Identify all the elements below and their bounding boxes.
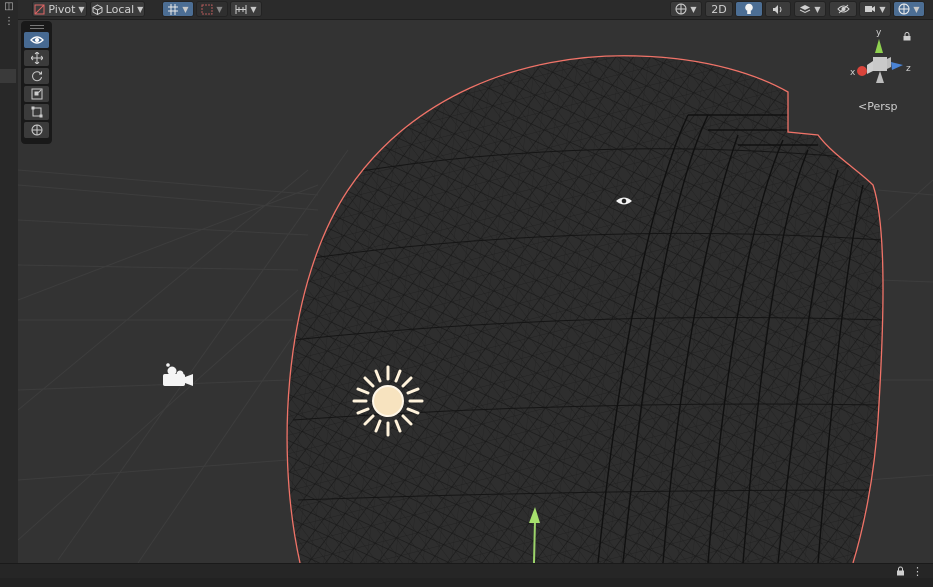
chevron-down-icon: ▼ <box>216 4 223 14</box>
gizmos-icon <box>898 3 910 15</box>
chevron-down-icon: ▼ <box>690 4 697 14</box>
increment-snap-icon <box>201 4 213 15</box>
chevron-down-icon: ▼ <box>879 4 886 14</box>
rect-icon <box>31 106 42 118</box>
audio-toggle[interactable] <box>765 1 791 17</box>
more-options-icon[interactable]: ⋮ <box>3 16 15 28</box>
tools-overlay <box>21 21 52 144</box>
align-icon <box>235 4 247 15</box>
chevron-down-icon: ▼ <box>78 4 85 14</box>
shading-mode-icon <box>675 3 687 15</box>
scene-toolbar: Pivot ▼ Local ▼ ▼ ▼ ▼ ▼ 2D ▼ ▼ ▼ <box>18 0 933 20</box>
chevron-down-icon: ▼ <box>182 4 189 14</box>
chevron-down-icon: ▼ <box>137 4 144 14</box>
local-dropdown[interactable]: Local ▼ <box>90 1 145 17</box>
gizmo-x-cone[interactable] <box>857 66 867 76</box>
selected-mesh[interactable] <box>268 50 908 563</box>
scene-visibility-icon <box>836 4 850 14</box>
camera-settings-dropdown[interactable]: ▼ <box>859 1 891 17</box>
move-icon <box>30 52 43 64</box>
grid-snap-icon <box>167 3 179 15</box>
chevron-down-icon: ▼ <box>913 4 920 14</box>
gizmo-y-cone[interactable] <box>875 39 883 53</box>
lighting-toggle[interactable] <box>735 1 763 17</box>
increment-snap-button[interactable]: ▼ <box>196 1 228 17</box>
shading-mode-dropdown[interactable]: ▼ <box>670 1 702 17</box>
grid-snap-button[interactable]: ▼ <box>162 1 194 17</box>
scale-tool[interactable] <box>24 86 49 102</box>
bottom-panel-bar: ⋮ <box>0 563 933 587</box>
view-tool[interactable] <box>24 32 49 48</box>
rotate-tool[interactable] <box>24 68 49 84</box>
local-icon <box>92 3 103 15</box>
effects-icon <box>799 4 811 15</box>
gizmo-y-label: y <box>876 28 882 38</box>
gizmos-dropdown[interactable]: ▼ <box>893 1 925 17</box>
projection-toggle[interactable]: <Persp <box>858 100 897 113</box>
chevron-down-icon: ▼ <box>250 4 257 14</box>
effects-dropdown[interactable]: ▼ <box>794 1 826 17</box>
lock-icon[interactable] <box>903 32 911 41</box>
twod-label: 2D <box>711 2 727 16</box>
window-layout-icon[interactable]: ◫ <box>3 1 15 13</box>
scene-canvas <box>18 50 933 563</box>
scene-viewport[interactable] <box>18 20 933 563</box>
chevron-down-icon: ▼ <box>814 4 821 14</box>
audio-icon <box>772 4 784 15</box>
scene-visibility-toggle[interactable] <box>829 1 857 17</box>
lock-icon[interactable] <box>896 566 905 576</box>
bottom-strip <box>0 578 933 587</box>
rect-tool[interactable] <box>24 104 49 120</box>
pivot-icon <box>34 4 45 15</box>
gizmo-center-cube[interactable] <box>873 57 887 71</box>
eye-icon <box>29 36 44 44</box>
lighting-icon <box>744 3 754 15</box>
scene-view-window: ◫ ⋮ Pivot ▼ Local ▼ ▼ ▼ ▼ ▼ 2D ▼ ▼ ▼ y x… <box>0 0 933 587</box>
toggle-2d-button[interactable]: 2D <box>705 1 733 17</box>
pivot-dropdown[interactable]: Pivot ▼ <box>32 1 87 17</box>
transform-icon <box>31 124 42 136</box>
hierarchy-selection-marker <box>0 69 16 83</box>
camera-gizmo-icon[interactable] <box>163 363 193 386</box>
rotate-icon <box>31 71 42 82</box>
scale-icon <box>31 88 42 100</box>
left-side-strip: ◫ ⋮ <box>0 0 19 563</box>
camera-icon <box>864 4 876 14</box>
local-label: Local <box>105 2 135 16</box>
overlay-grip-icon[interactable] <box>29 25 44 29</box>
gizmo-z-label: z <box>906 64 911 74</box>
gizmo-z-cone[interactable] <box>891 62 903 70</box>
move-tool[interactable] <box>24 50 49 66</box>
transform-tool[interactable] <box>24 122 49 138</box>
light-gizmo-icon[interactable] <box>352 365 424 437</box>
align-dropdown[interactable]: ▼ <box>230 1 262 17</box>
more-options-icon[interactable]: ⋮ <box>912 565 923 578</box>
gizmo-x-label: x <box>850 68 856 78</box>
pivot-label: Pivot <box>48 2 76 16</box>
